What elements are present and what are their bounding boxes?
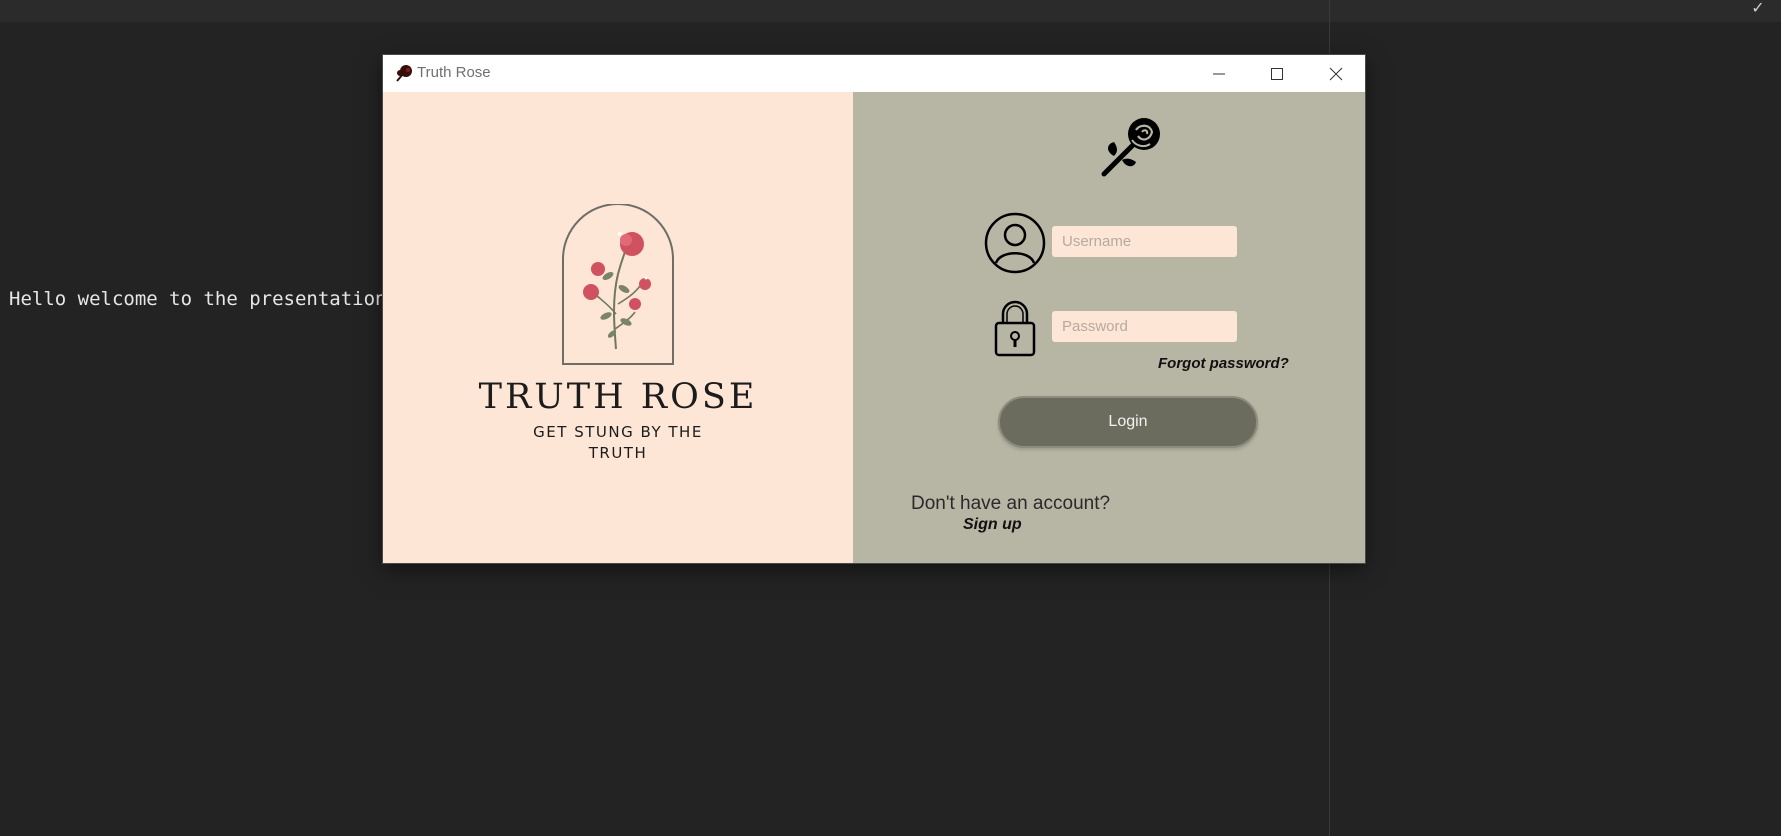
login-button[interactable]: Login <box>998 396 1258 448</box>
arched-rose-illustration <box>562 204 674 365</box>
maximize-icon <box>1271 67 1283 80</box>
app-rose-icon <box>396 65 412 82</box>
editor-topbar <box>0 0 1781 22</box>
close-icon <box>1329 67 1343 80</box>
rose-logo-icon <box>1101 118 1160 177</box>
brand-title: TRUTH ROSE <box>478 377 758 417</box>
no-account-text: Don't have an account? <box>911 493 1111 514</box>
close-button[interactable] <box>1307 55 1365 92</box>
console-output: Hello welcome to the presentation <box>9 288 387 310</box>
username-input[interactable] <box>1052 226 1237 257</box>
minimize-button[interactable] <box>1190 55 1248 92</box>
login-panel: Forgot password? Login Don't have an acc… <box>853 92 1365 563</box>
login-window: Truth Rose TRUTH ROSE GET STUNG BY THE T… <box>383 55 1365 563</box>
forgot-password-link[interactable]: Forgot password? <box>1158 355 1289 372</box>
check-icon[interactable]: ✓ <box>1747 0 1769 18</box>
signup-link[interactable]: Sign up <box>963 516 1022 534</box>
padlock-icon <box>994 300 1036 357</box>
password-input[interactable] <box>1052 311 1237 342</box>
brand-tagline: GET STUNG BY THE TRUTH <box>533 423 703 462</box>
title-bar[interactable]: Truth Rose <box>383 55 1365 92</box>
minimize-icon <box>1213 73 1225 74</box>
user-avatar-icon <box>984 212 1046 274</box>
brand-panel: TRUTH ROSE GET STUNG BY THE TRUTH <box>383 92 853 563</box>
maximize-button[interactable] <box>1248 55 1306 92</box>
window-title: Truth Rose <box>417 64 491 81</box>
